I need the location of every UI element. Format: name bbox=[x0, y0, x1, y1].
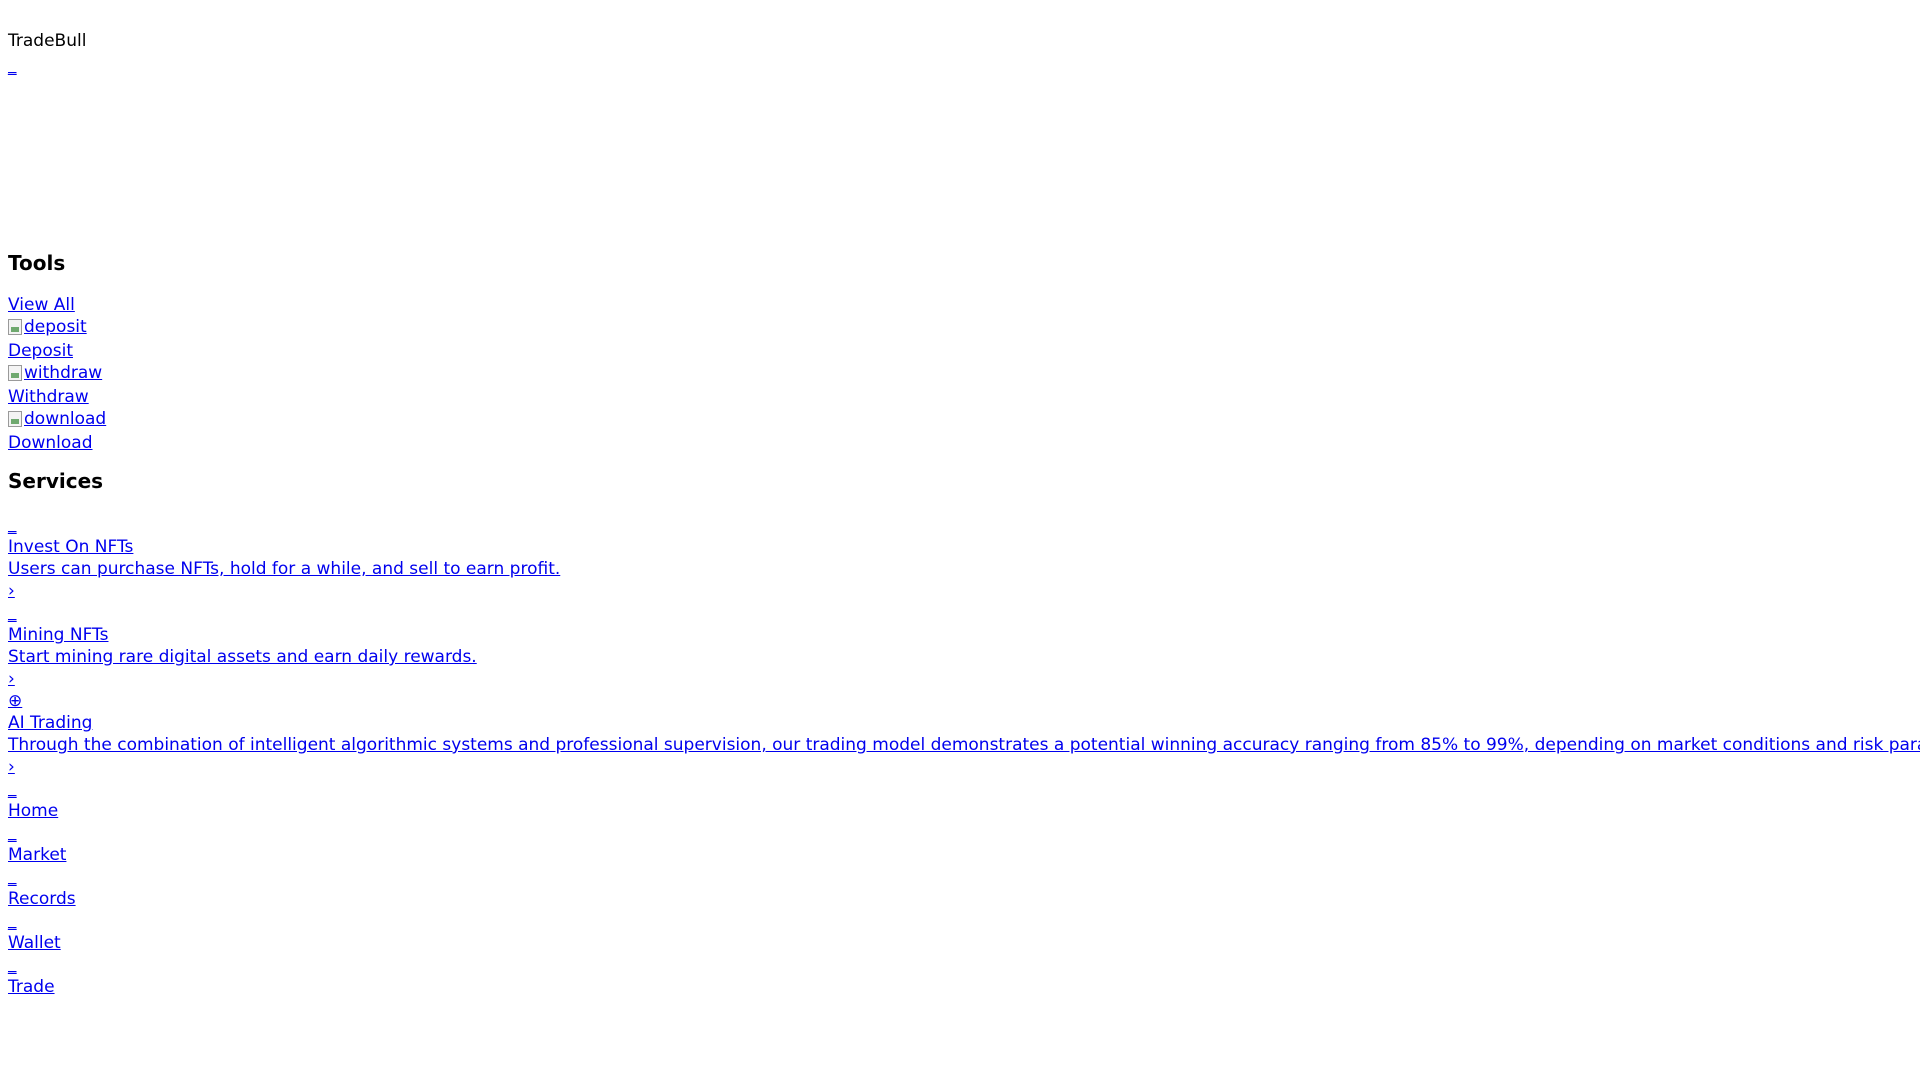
deposit-tool-image[interactable]: deposit bbox=[8, 316, 87, 338]
wallet-icon: _ bbox=[8, 911, 17, 931]
invest-nfts-icon: _ bbox=[8, 515, 17, 535]
mining-nfts-title: Mining NFTs bbox=[8, 625, 109, 645]
withdraw-tool-label[interactable]: Withdraw bbox=[8, 386, 106, 408]
nav-item-records[interactable]: _ Records bbox=[8, 866, 1920, 910]
trade-icon: _ bbox=[8, 955, 17, 975]
service-card-invest-nfts[interactable]: _ Invest On NFTs Users can purchase NFTs… bbox=[8, 514, 1920, 602]
download-image-alt: download bbox=[24, 409, 107, 429]
nav-label-records: Records bbox=[8, 889, 76, 909]
chevron-right-icon: › bbox=[8, 581, 15, 601]
withdraw-icon bbox=[8, 365, 22, 381]
download-icon bbox=[8, 411, 22, 427]
deposit-icon bbox=[8, 319, 22, 335]
ai-trading-icon: ⊕ bbox=[8, 691, 23, 711]
mining-nfts-description: Start mining rare digital assets and ear… bbox=[8, 647, 477, 667]
invest-nfts-description: Users can purchase NFTs, hold for a whil… bbox=[8, 559, 561, 579]
nav-label-wallet: Wallet bbox=[8, 933, 61, 953]
chevron-right-icon: › bbox=[8, 669, 15, 689]
deposit-image-alt: deposit bbox=[24, 317, 87, 337]
services-section: _ Invest On NFTs Users can purchase NFTs… bbox=[8, 514, 1920, 998]
chevron-right-icon: › bbox=[8, 757, 15, 777]
home-icon: _ bbox=[8, 779, 17, 799]
ai-trading-title: AI Trading bbox=[8, 713, 93, 733]
service-card-mining-nfts[interactable]: _ Mining NFTs Start mining rare digital … bbox=[8, 602, 1920, 690]
services-title: Services bbox=[8, 469, 104, 493]
brand-name: TradeBull bbox=[8, 31, 87, 51]
tools-section: View All deposit Deposit withdraw Withdr… bbox=[8, 294, 106, 454]
invest-nfts-title: Invest On NFTs bbox=[8, 537, 134, 557]
nav-item-market[interactable]: _ Market bbox=[8, 822, 1920, 866]
records-icon: _ bbox=[8, 867, 17, 887]
deposit-tool-label[interactable]: Deposit bbox=[8, 340, 106, 362]
tools-title: Tools bbox=[8, 251, 66, 275]
mining-nfts-icon: _ bbox=[8, 603, 17, 623]
withdraw-image-alt: withdraw bbox=[24, 363, 103, 383]
nav-item-trade[interactable]: _ Trade bbox=[8, 954, 1920, 998]
service-card-ai-trading[interactable]: ⊕ AI Trading Through the combination of … bbox=[8, 690, 1920, 778]
nav-item-home[interactable]: _ Home bbox=[8, 778, 1920, 822]
ai-trading-description: Through the combination of intelligent a… bbox=[8, 735, 1920, 755]
view-all-link[interactable]: View All bbox=[8, 294, 106, 316]
nav-item-wallet[interactable]: _ Wallet bbox=[8, 910, 1920, 954]
nav-label-market: Market bbox=[8, 845, 67, 865]
page: TradeBull _ Tools View All deposit Depos… bbox=[0, 0, 1920, 1080]
menu-icon[interactable]: _ bbox=[8, 55, 17, 77]
nav-label-home: Home bbox=[8, 801, 59, 821]
download-tool-label[interactable]: Download bbox=[8, 432, 106, 454]
withdraw-tool-image[interactable]: withdraw bbox=[8, 362, 102, 384]
nav-label-trade: Trade bbox=[8, 977, 55, 997]
download-tool-image[interactable]: download bbox=[8, 408, 106, 430]
market-icon: _ bbox=[8, 823, 17, 843]
